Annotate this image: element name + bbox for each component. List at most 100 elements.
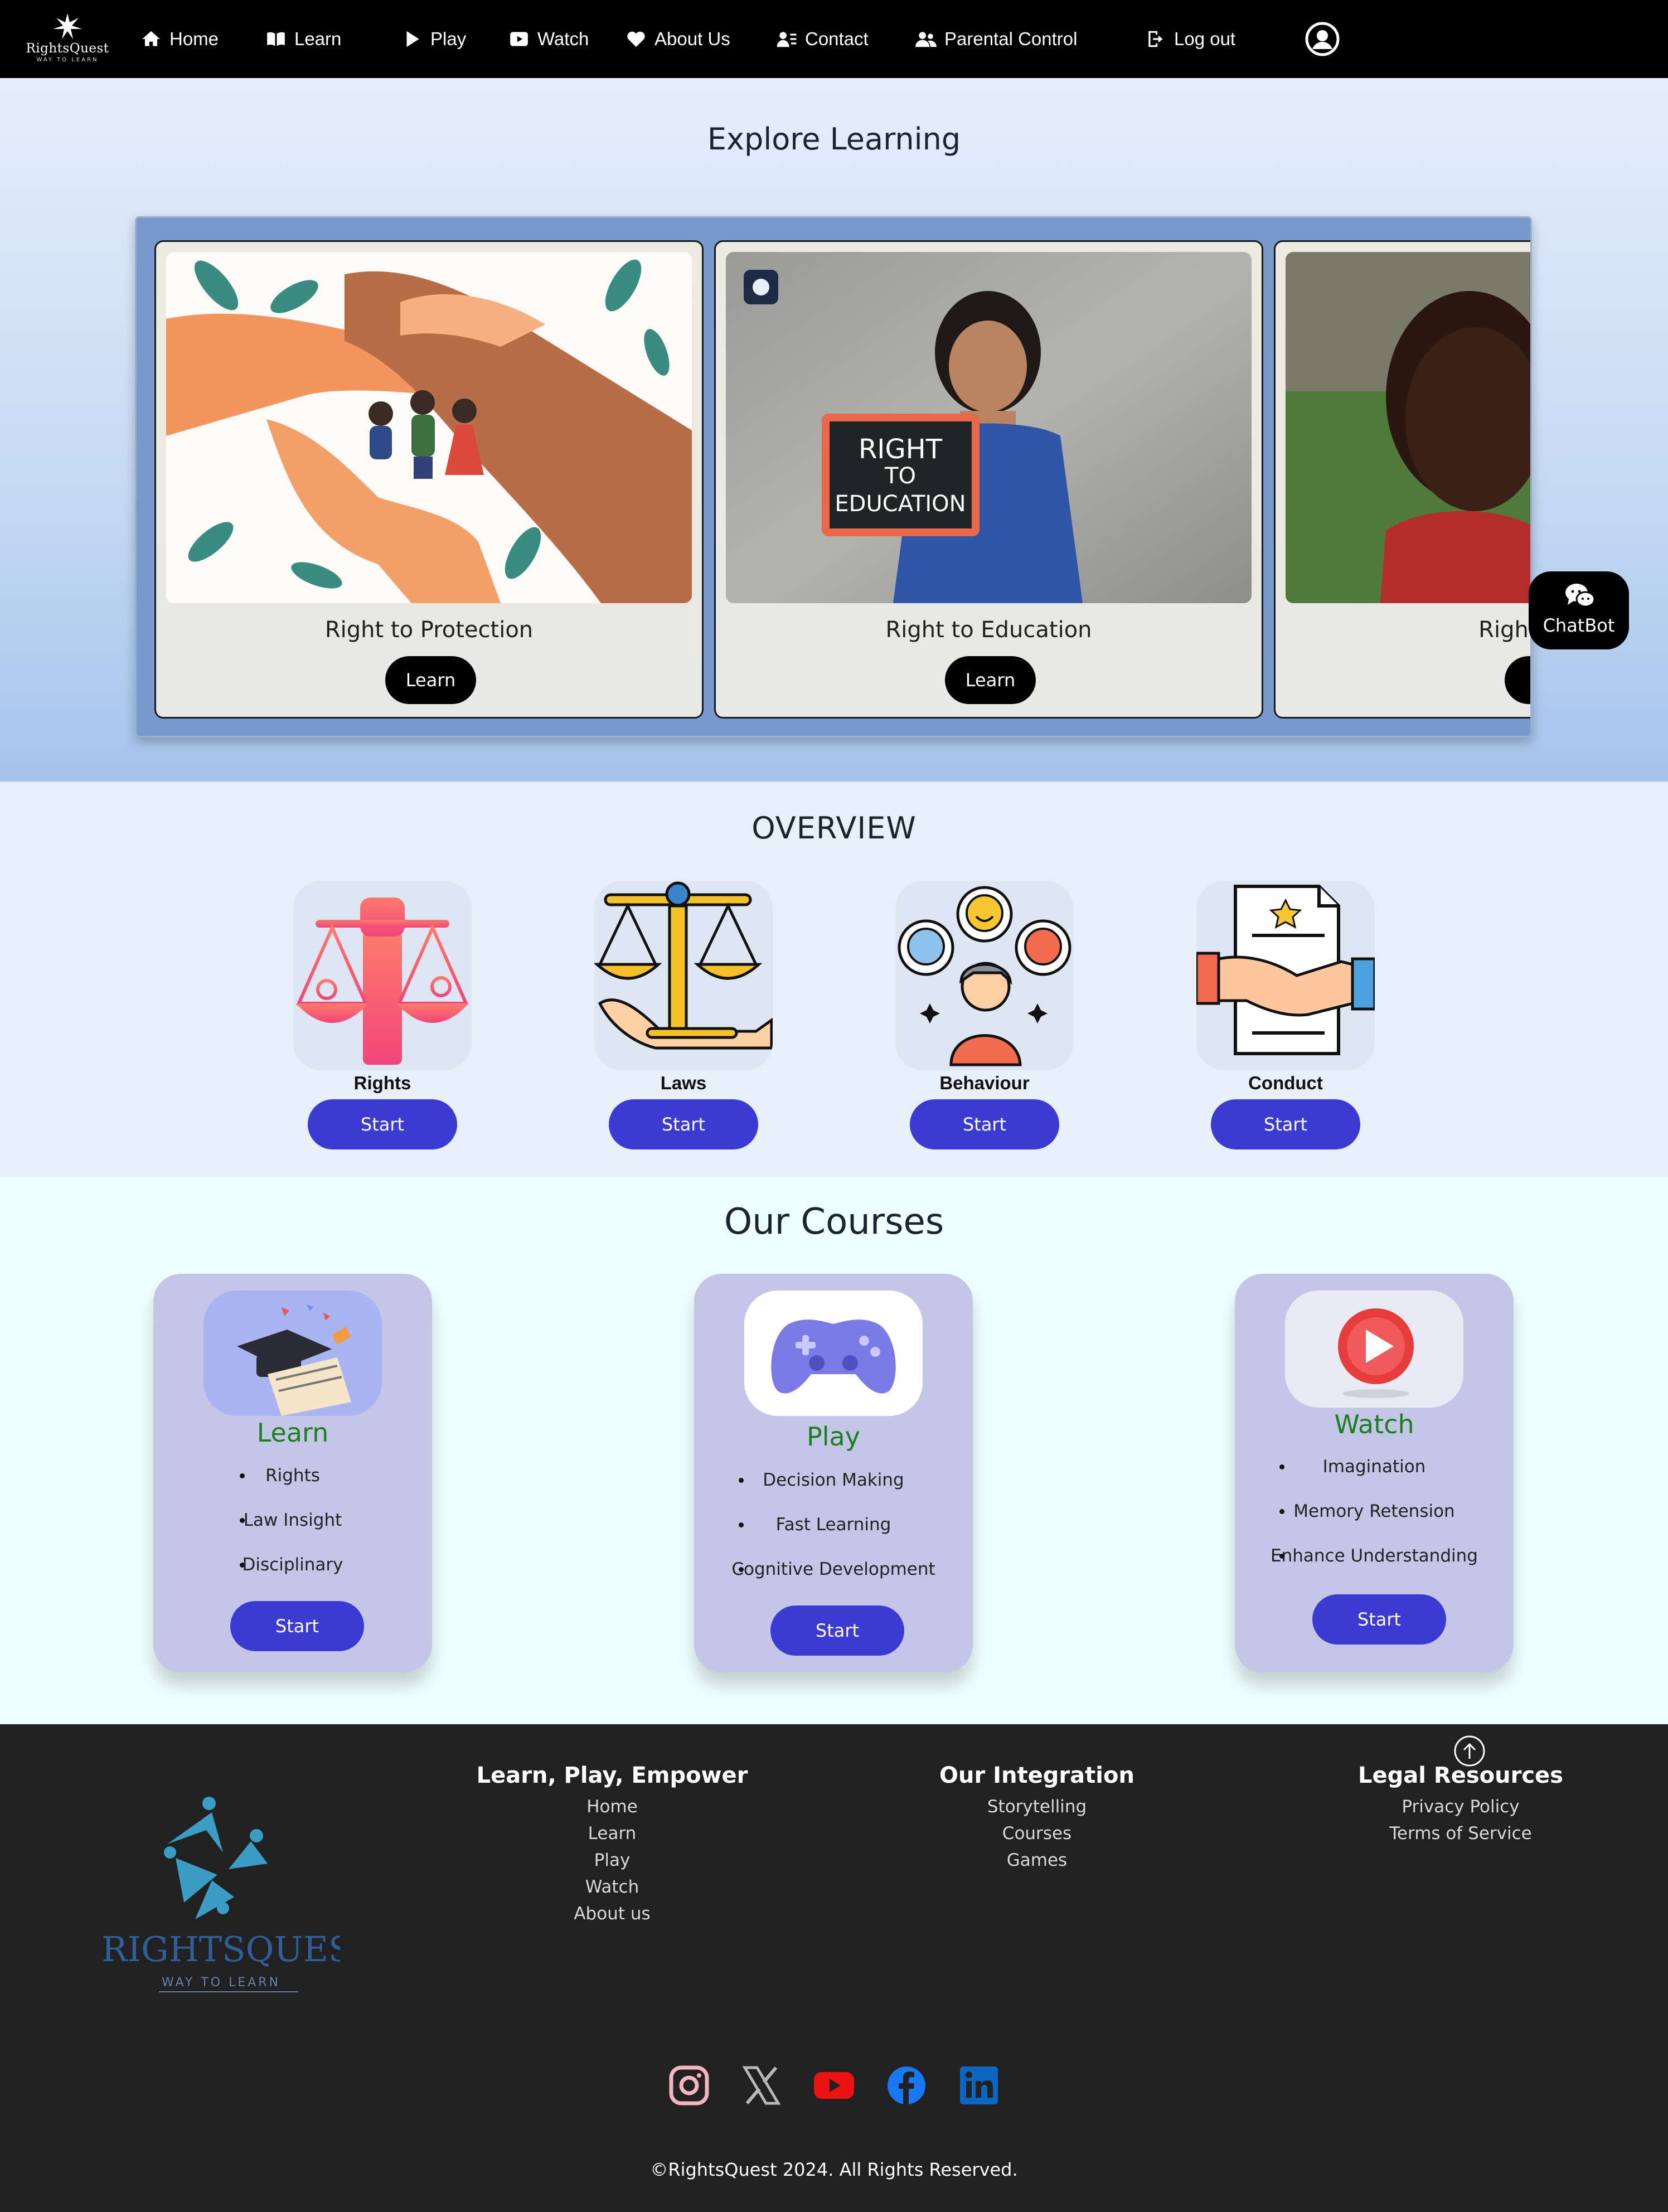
course-points: Rights Law Insight Disciplinary [153,1453,432,1587]
protection-illustration [166,252,692,603]
start-button[interactable]: Start [1312,1594,1446,1645]
nav-contact[interactable]: Contact [776,25,869,53]
copyright-text: ©RightsQuest 2024. All Rights Reserved. [650,2159,1018,2180]
explore-learning-section: Explore Learning Right to Protection Lea… [0,78,1668,782]
carousel-card-protection: Right to Protection Learn [154,240,704,719]
child-photo [1286,252,1530,603]
footer-link-watch[interactable]: Watch [445,1874,779,1900]
footer-column-integration: Our Integration Storytelling Courses Gam… [870,1758,1204,1874]
courses-title: Our Courses [724,1201,944,1243]
nav-home[interactable]: Home [140,25,219,53]
course-point: Rights [153,1453,432,1498]
carousel-card-education: RIGHT TO EDUCATION Right to Education Le… [714,240,1263,719]
logo-star-icon [53,13,82,39]
linkedin-icon[interactable] [958,2064,1000,2107]
play-button-icon [1285,1291,1463,1408]
start-button[interactable]: Start [910,1099,1059,1149]
chatbot-label: ChatBot [1543,615,1615,636]
course-name: Learn [256,1418,329,1448]
footer-link-games[interactable]: Games [870,1847,1204,1874]
explore-learning-title: Explore Learning [707,122,961,157]
footer-link-storytelling[interactable]: Storytelling [870,1793,1204,1820]
footer-link-play[interactable]: Play [445,1847,779,1874]
youtube-icon[interactable] [813,2064,855,2107]
footer-logo-tag: WAY TO LEARN [162,1976,280,1990]
rights-carousel[interactable]: Right to Protection Learn RIGHT TO EDUCA… [135,216,1532,738]
emotions-person-icon [895,881,1074,1070]
nav-parental-control[interactable]: Parental Control [915,25,1077,53]
nav-watch[interactable]: Watch [508,25,589,53]
top-navbar: RightsQuest WAY TO LEARN Home Learn Play… [0,0,1668,78]
learn-button[interactable]: Learn [385,656,476,704]
raised-fist-scales-icon [293,881,472,1070]
nav-logout[interactable]: Log out [1145,25,1235,53]
courses-section: Our Courses Learn Rights Law Insight Dis… [0,1177,1668,1724]
start-button[interactable]: Start [1211,1099,1360,1149]
home-icon [142,31,160,46]
heart-icon [627,31,645,47]
video-icon [510,32,528,46]
course-point: Fast Learning [694,1502,973,1547]
carousel-card-non-discrimination: Right to Non L [1274,240,1532,719]
sign-line-2: TO [884,463,916,489]
learn-button[interactable]: L [1505,656,1530,704]
chat-bubbles-icon [1565,584,1596,608]
course-point: Enhance Understanding [1235,1534,1514,1578]
course-name: Watch [1334,1409,1414,1439]
footer-heading: Legal Resources [1358,1763,1563,1788]
start-button[interactable]: Start [308,1099,457,1149]
sign-line-1: RIGHT [859,434,943,465]
play-icon [406,31,419,47]
user-circle-icon[interactable] [1305,21,1340,57]
users-icon [915,32,937,47]
course-point: Disciplinary [153,1542,432,1587]
footer-column-legal: Legal Resources Privacy Policy Terms of … [1293,1758,1628,1847]
chatbot-button[interactable]: ChatBot [1529,571,1629,649]
facebook-icon[interactable] [885,2064,928,2107]
learn-button[interactable]: Learn [945,656,1036,704]
course-point: Law Insight [153,1498,432,1542]
justice-scales-hand-icon [594,881,773,1070]
course-name: Play [807,1422,860,1452]
footer-link-privacy-policy[interactable]: Privacy Policy [1293,1793,1628,1820]
course-points: Imagination Memory Retension Enhance Und… [1235,1444,1514,1578]
footer-column-learn-play: Learn, Play, Empower Home Learn Play Wat… [445,1758,779,1927]
x-icon[interactable] [740,2064,783,2107]
start-button[interactable]: Start [770,1605,904,1656]
card-title: Right to Education [885,617,1092,643]
logo-wordmark: RightsQuest [26,41,109,56]
course-card-watch: Watch Imagination Memory Retension Enhan… [1235,1274,1514,1672]
start-button[interactable]: Start [609,1099,758,1149]
graduation-books-icon [203,1291,382,1416]
instagram-icon[interactable] [668,2064,710,2107]
course-point: Decision Making [694,1458,973,1502]
footer-link-home[interactable]: Home [445,1793,779,1820]
footer-link-about-us[interactable]: About us [445,1900,779,1927]
course-points: Decision Making Fast Learning Cognitive … [694,1458,973,1592]
course-point: Imagination [1235,1444,1514,1489]
footer-link-learn[interactable]: Learn [445,1820,779,1847]
contact-icon [777,32,797,47]
overview-section: OVERVIEW Rights Start Laws Start Behavio… [0,782,1668,1177]
footer-logo: RIGHTSQUEST WAY TO LEARN [100,1791,375,2014]
course-point: Memory Retension [1235,1489,1514,1534]
logo-tagline: WAY TO LEARN [36,57,99,63]
footer-link-terms-of-service[interactable]: Terms of Service [1293,1820,1628,1847]
overview-label: Rights [353,1073,411,1093]
figures-star-icon: RIGHTSQUEST WAY TO LEARN [101,1797,375,1992]
brand-logo[interactable]: RightsQuest WAY TO LEARN [21,11,114,67]
footer-link-courses[interactable]: Courses [870,1820,1204,1847]
nav-about-us[interactable]: About Us [626,25,730,53]
nav-play[interactable]: Play [401,25,466,53]
handshake-contract-icon [1196,881,1375,1070]
overview-label: Behaviour [939,1073,1030,1093]
logout-icon [1148,31,1163,47]
card-title: Right to Non [1478,617,1532,643]
start-button[interactable]: Start [230,1601,364,1651]
footer-logo-word: RIGHTSQUEST [101,1929,340,1970]
gamepad-icon [744,1291,923,1416]
course-point: Cognitive Development [694,1547,973,1592]
education-photo: RIGHT TO EDUCATION [726,252,1252,603]
nav-learn[interactable]: Learn [265,25,341,53]
course-card-play: Play Decision Making Fast Learning Cogni… [694,1274,973,1672]
